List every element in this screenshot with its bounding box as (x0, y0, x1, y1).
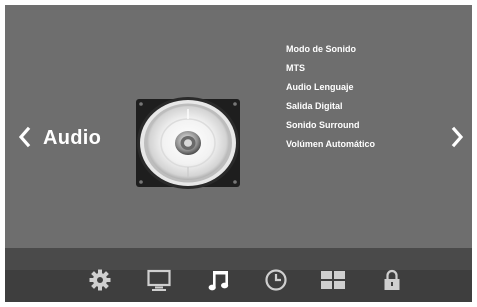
menu-item-sound-mode[interactable]: Modo de Sonido (286, 43, 375, 62)
audio-panel: Audio Modo de Sonido MTS Audio Lenguaje … (5, 5, 472, 248)
menu-item-audio-language[interactable]: Audio Lenguaje (286, 81, 375, 100)
clock-icon[interactable] (263, 267, 289, 293)
menu-item-digital-output[interactable]: Salida Digital (286, 100, 375, 119)
grid-icon[interactable] (320, 267, 346, 293)
audio-menu: Modo de Sonido MTS Audio Lenguaje Salida… (286, 43, 375, 157)
music-note-icon[interactable] (206, 267, 232, 293)
chevron-left-icon[interactable] (17, 126, 31, 148)
menu-item-surround-sound[interactable]: Sonido Surround (286, 119, 375, 138)
tv-menu-screen: Audio Modo de Sonido MTS Audio Lenguaje … (5, 5, 472, 302)
lock-icon[interactable] (379, 267, 405, 293)
speaker-image (136, 97, 240, 189)
monitor-icon[interactable] (146, 267, 172, 293)
menu-item-auto-volume[interactable]: Volúmen Automático (286, 138, 375, 157)
menu-item-mts[interactable]: MTS (286, 62, 375, 81)
section-title: Audio (43, 127, 102, 149)
chevron-right-icon[interactable] (451, 126, 465, 148)
gear-icon[interactable] (87, 267, 113, 293)
